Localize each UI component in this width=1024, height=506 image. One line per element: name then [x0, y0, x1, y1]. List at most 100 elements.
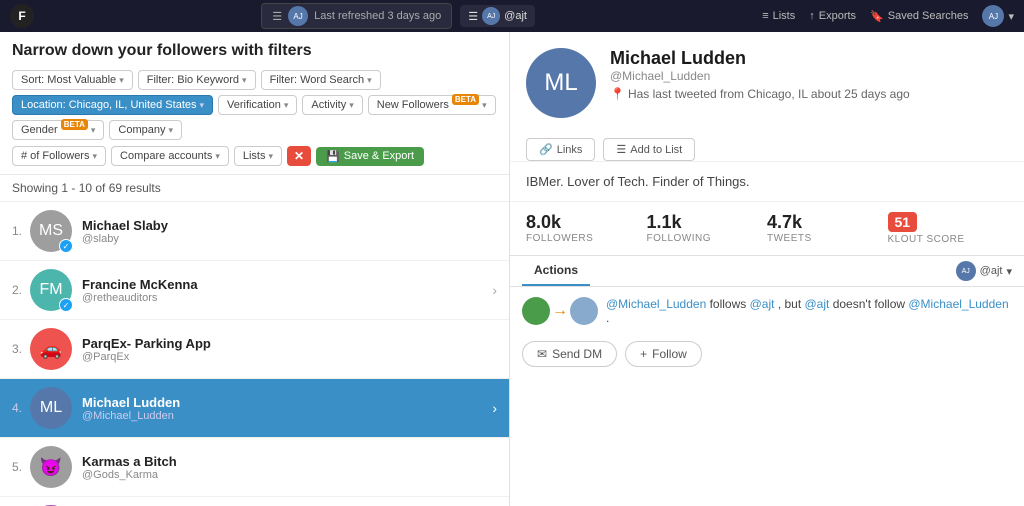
- save-export-button[interactable]: 💾 Save & Export: [316, 147, 424, 166]
- bars-icon: ☰: [272, 10, 282, 23]
- top-navigation: F ☰ AJ Last refreshed 3 days ago ☰ AJ @a…: [0, 0, 1024, 32]
- clear-filters-button[interactable]: ✕: [287, 146, 311, 166]
- bio-keyword-label: Filter: Bio Keyword: [147, 74, 239, 86]
- message-part-4: .: [606, 311, 609, 325]
- mention-4: @Michael_Ludden: [908, 297, 1008, 311]
- lists-filter-button[interactable]: Lists ▾: [234, 146, 282, 166]
- profile-action-buttons: 🔗 Links ☰ Add to List: [510, 138, 1024, 161]
- location-chevron-icon: ▾: [200, 100, 205, 111]
- new-followers-chevron-icon: ▾: [482, 100, 487, 111]
- location-pin-icon: 📍: [610, 87, 625, 101]
- avatar: 😈: [30, 446, 72, 488]
- links-button[interactable]: 🔗 Links: [526, 138, 595, 161]
- nav-avatar: AJ: [288, 6, 308, 26]
- profile-avatar-initials: ML: [544, 69, 577, 97]
- tweets-stat: 4.7k TWEETS: [767, 212, 888, 245]
- message-part-2: , but: [778, 297, 805, 311]
- following-label: FOLLOWING: [647, 233, 768, 244]
- export-icon: ↑: [809, 10, 815, 22]
- new-followers-label: New Followers: [377, 99, 449, 111]
- list-item[interactable]: 5. 😈 Karmas a Bitch @Gods_Karma: [0, 438, 509, 497]
- item-handle: @Gods_Karma: [82, 469, 497, 481]
- verification-button[interactable]: Verification ▾: [218, 95, 297, 115]
- arrow-icon: →: [552, 302, 568, 320]
- following-value: 1.1k: [647, 212, 768, 233]
- lists-filter-chevron-icon: ▾: [269, 151, 274, 162]
- add-to-list-button[interactable]: ☰ Add to List: [603, 138, 695, 161]
- followers-count-button[interactable]: # of Followers ▾: [12, 146, 106, 166]
- account-label: @ajt: [980, 265, 1003, 277]
- item-arrow-icon: ›: [492, 282, 497, 298]
- list-item[interactable]: 4. ML Michael Ludden @Michael_Ludden ›: [0, 379, 509, 438]
- action-message-text: @Michael_Ludden follows @ajt , but @ajt …: [606, 297, 1012, 325]
- compare-label: Compare accounts: [120, 150, 212, 162]
- message-part-3: doesn't follow: [833, 297, 909, 311]
- profile-pill[interactable]: ☰ AJ @ajt: [460, 5, 535, 27]
- profile-avatar: ML: [526, 48, 596, 118]
- klout-stat: 51 KLOUT SCORE: [888, 212, 1009, 245]
- user-menu-chevron-icon: ▾: [1008, 10, 1014, 23]
- results-count: Showing 1 - 10 of 69 results: [0, 175, 509, 202]
- profile-name: Michael Ludden: [610, 48, 1008, 69]
- list-item[interactable]: 2. FM ✓ Francine McKenna @retheauditors …: [0, 261, 509, 320]
- avatar: ML: [30, 387, 72, 429]
- save-icon: 💾: [326, 150, 340, 163]
- lists-nav-item[interactable]: ≡ Lists: [762, 10, 795, 22]
- account-chevron-icon: ▾: [1006, 265, 1012, 278]
- links-label: Links: [557, 144, 583, 156]
- exports-nav-item[interactable]: ↑ Exports: [809, 10, 856, 22]
- action-message: → @Michael_Ludden follows @ajt , but @aj…: [510, 287, 1024, 335]
- avatar: 🚗: [30, 328, 72, 370]
- refresh-text: Last refreshed 3 days ago: [314, 10, 441, 22]
- avatar-wrap: FM ✓: [30, 269, 72, 311]
- app-logo: F: [10, 4, 34, 28]
- nav-refresh-area: ☰ AJ Last refreshed 3 days ago ☰ AJ @ajt: [42, 3, 754, 29]
- actions-section: Actions AJ @ajt ▾ → @Michael_Ludden foll…: [510, 255, 1024, 379]
- item-info: ParqEx- Parking App @ParqEx: [82, 336, 497, 363]
- item-number: 1.: [12, 224, 30, 238]
- send-dm-button[interactable]: ✉ Send DM: [522, 341, 617, 367]
- actions-tab[interactable]: Actions: [522, 256, 590, 286]
- list-item[interactable]: 3. 🚗 ParqEx- Parking App @ParqEx: [0, 320, 509, 379]
- hamburger-icon: ☰: [468, 10, 478, 23]
- avatar-wrap: 😈: [30, 446, 72, 488]
- followers-list: 1. MS ✓ Michael Slaby @slaby 2. FM ✓: [0, 202, 509, 506]
- gender-button[interactable]: Gender BETA ▾: [12, 120, 104, 140]
- followers-value: 8.0k: [526, 212, 647, 233]
- compare-accounts-button[interactable]: Compare accounts ▾: [111, 146, 229, 166]
- item-name: Michael Slaby: [82, 218, 497, 233]
- word-search-button[interactable]: Filter: Word Search ▾: [261, 70, 381, 90]
- bookmark-icon: 🔖: [870, 10, 884, 23]
- activity-button[interactable]: Activity ▾: [302, 95, 362, 115]
- activity-label: Activity: [311, 99, 346, 111]
- nav-avatar-small: AJ: [482, 7, 500, 25]
- verified-badge: ✓: [59, 239, 73, 253]
- profile-header: ML Michael Ludden @Michael_Ludden 📍 Has …: [510, 32, 1024, 128]
- followers-count-label: # of Followers: [21, 150, 89, 162]
- list-item[interactable]: 6. JW Jennifer Wolan @JenniferWolan: [0, 497, 509, 506]
- item-name: ParqEx- Parking App: [82, 336, 497, 351]
- location-label: Location: Chicago, IL, United States: [21, 99, 197, 111]
- exports-label: Exports: [819, 10, 856, 22]
- saved-searches-nav-item[interactable]: 🔖 Saved Searches: [870, 10, 968, 23]
- sender-avatar: [522, 297, 550, 325]
- word-search-label: Filter: Word Search: [270, 74, 365, 86]
- mention-2: @ajt: [750, 297, 775, 311]
- list-item[interactable]: 1. MS ✓ Michael Slaby @slaby: [0, 202, 509, 261]
- list-add-icon: ☰: [616, 143, 626, 156]
- lists-filter-label: Lists: [243, 150, 266, 162]
- actions-account-selector[interactable]: AJ @ajt ▾: [956, 261, 1012, 281]
- action-buttons-row: ✉ Send DM + Follow: [510, 335, 1024, 379]
- follow-button[interactable]: + Follow: [625, 341, 702, 367]
- compare-chevron-icon: ▾: [215, 151, 220, 162]
- location-button[interactable]: Location: Chicago, IL, United States ▾: [12, 95, 213, 115]
- profile-info: Michael Ludden @Michael_Ludden 📍 Has las…: [610, 48, 1008, 101]
- company-label: Company: [118, 124, 165, 136]
- sort-button[interactable]: Sort: Most Valuable ▾: [12, 70, 133, 90]
- filter-row-1: Sort: Most Valuable ▾ Filter: Bio Keywor…: [12, 70, 497, 140]
- user-menu[interactable]: AJ ▾: [982, 5, 1014, 27]
- user-avatar: AJ: [982, 5, 1004, 27]
- bio-keyword-button[interactable]: Filter: Bio Keyword ▾: [138, 70, 256, 90]
- company-button[interactable]: Company ▾: [109, 120, 182, 140]
- new-followers-button[interactable]: New Followers BETA ▾: [368, 95, 496, 115]
